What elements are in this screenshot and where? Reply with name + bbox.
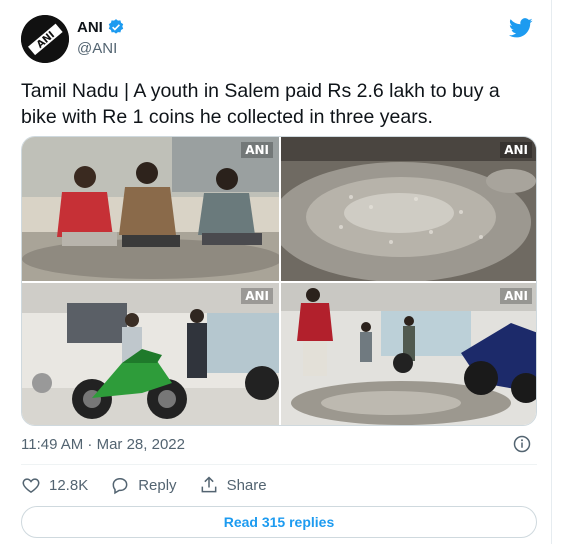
media-grid[interactable]: ANI ANI ANI ANI <box>21 136 537 426</box>
reply-button[interactable]: Reply <box>110 475 177 495</box>
divider <box>21 464 537 465</box>
like-count: 12.8K <box>49 476 89 494</box>
photo-coin-pile[interactable]: ANI <box>281 137 536 281</box>
reply-label: Reply <box>138 476 177 494</box>
info-icon[interactable] <box>513 435 531 453</box>
reply-icon <box>112 478 128 495</box>
watermark: ANI <box>241 142 273 158</box>
author-name[interactable]: ANI <box>77 19 103 36</box>
photo-men-counting-coins[interactable]: ANI <box>22 137 279 281</box>
twitter-bird-icon[interactable] <box>509 16 533 40</box>
read-replies-button[interactable]: Read 315 replies <box>21 506 537 538</box>
photo-showroom-coins-floor[interactable]: ANI <box>281 283 536 425</box>
tweet-timestamp[interactable]: 11:49 AM · Mar 28, 2022 <box>21 436 185 453</box>
tweet-card: ANI ANI @ANI Tamil Nadu | A youth in Sal… <box>3 0 552 544</box>
watermark: ANI <box>500 288 532 304</box>
author-avatar[interactable]: ANI <box>21 15 69 63</box>
ani-logo: ANI <box>21 15 69 63</box>
author-name-row[interactable]: ANI <box>77 18 125 36</box>
tweet-text: Tamil Nadu | A youth in Salem paid Rs 2.… <box>21 80 500 128</box>
watermark: ANI <box>241 288 273 304</box>
heart-icon <box>22 478 40 493</box>
photo-showroom-green-bike[interactable]: ANI <box>22 283 279 425</box>
share-button[interactable]: Share <box>199 475 267 495</box>
verified-badge-icon <box>108 19 124 34</box>
author-handle[interactable]: @ANI <box>77 40 117 57</box>
action-bar: 12.8K Reply Share <box>21 475 289 495</box>
share-icon <box>201 476 216 493</box>
watermark: ANI <box>500 142 532 158</box>
like-button[interactable]: 12.8K <box>21 475 88 495</box>
share-label: Share <box>226 476 267 494</box>
